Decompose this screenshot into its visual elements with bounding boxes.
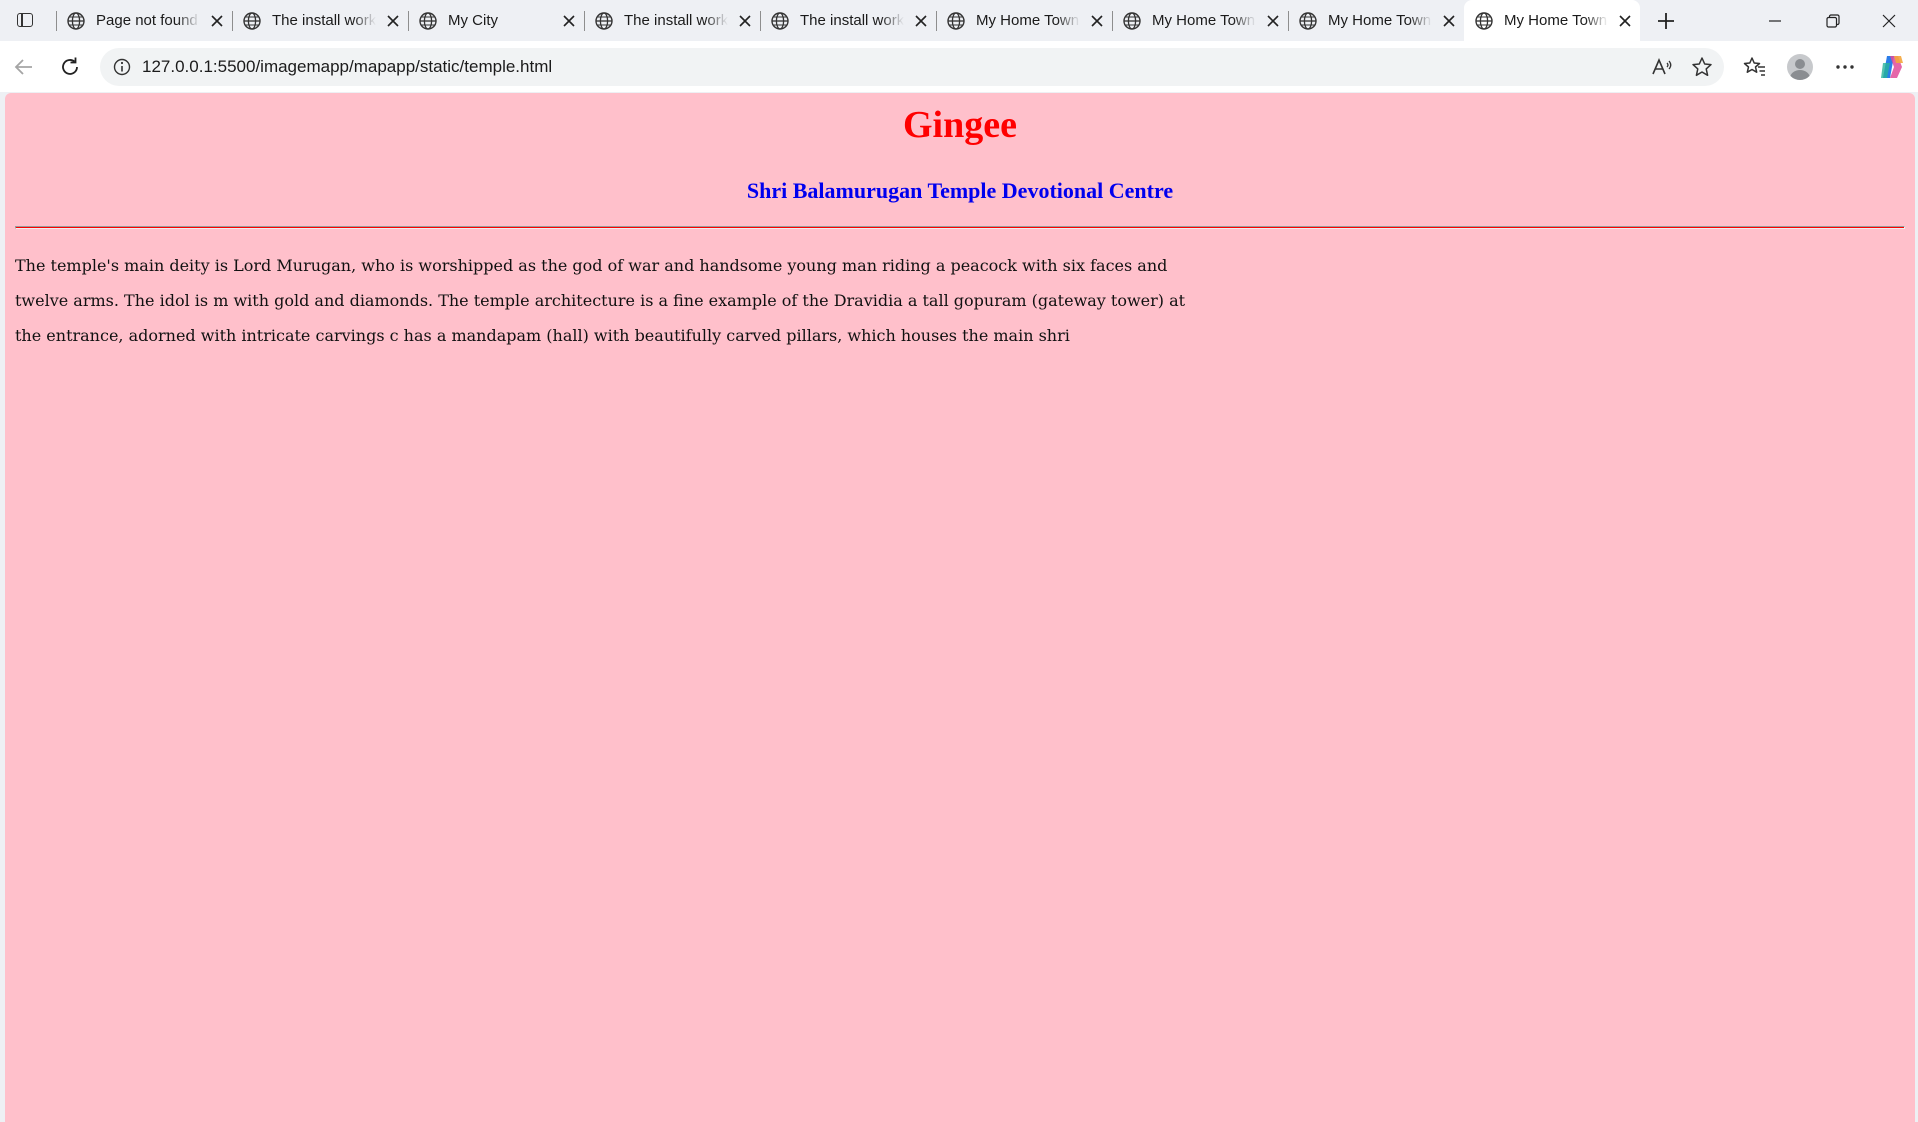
copilot-button[interactable] bbox=[1876, 51, 1908, 83]
tab-strip: Page not found The install worked My Cit… bbox=[0, 0, 1918, 41]
url-text[interactable]: 127.0.0.1:5500/imagemapp/mapapp/static/t… bbox=[142, 57, 552, 77]
globe-icon bbox=[1475, 11, 1493, 30]
page-title: Gingee bbox=[903, 104, 1017, 146]
page-subtitle: Shri Balamurugan Temple Devotional Centr… bbox=[746, 178, 1174, 203]
tab-title: My City bbox=[448, 12, 498, 29]
more-icon bbox=[1836, 65, 1854, 69]
copilot-icon bbox=[1881, 56, 1903, 78]
tab-title: The install worked bbox=[272, 12, 376, 29]
refresh-button[interactable] bbox=[54, 51, 86, 83]
paragraph-line: The temple's main deity is Lord Murugan,… bbox=[15, 256, 1168, 275]
tab-my-home-town[interactable]: My Home Town bbox=[936, 0, 1112, 41]
back-button[interactable] bbox=[8, 51, 40, 83]
close-icon[interactable] bbox=[736, 12, 754, 30]
profile-button[interactable] bbox=[1784, 51, 1816, 83]
tab-install-worked[interactable]: The install worked bbox=[232, 0, 408, 41]
tab-page-not-found[interactable]: Page not found bbox=[56, 0, 232, 41]
tab-title: My Home Town bbox=[976, 12, 1080, 29]
minimize-icon bbox=[1769, 19, 1781, 22]
close-icon[interactable] bbox=[1264, 12, 1282, 30]
tab-actions-icon[interactable] bbox=[10, 8, 40, 32]
globe-icon bbox=[1123, 11, 1141, 30]
refresh-icon bbox=[62, 57, 78, 75]
globe-icon bbox=[243, 11, 261, 30]
new-tab-button[interactable] bbox=[1652, 8, 1680, 34]
close-icon[interactable] bbox=[384, 12, 402, 30]
read-aloud-icon bbox=[1652, 57, 1672, 75]
globe-icon bbox=[1299, 11, 1317, 30]
avatar bbox=[1787, 54, 1813, 80]
tab-title: My Home Town bbox=[1152, 12, 1256, 29]
globe-icon bbox=[595, 11, 613, 30]
restore-button[interactable] bbox=[1804, 0, 1862, 41]
tab-title: My Home Town bbox=[1328, 12, 1432, 29]
globe-icon bbox=[67, 11, 85, 30]
favorites-button[interactable] bbox=[1739, 51, 1771, 83]
globe-icon bbox=[771, 11, 789, 30]
info-icon[interactable] bbox=[112, 57, 132, 77]
favorites-icon bbox=[1743, 57, 1765, 76]
close-icon[interactable] bbox=[912, 12, 930, 30]
favorite-button[interactable] bbox=[1688, 53, 1716, 81]
paragraph-line: twelve arms. The idol is m with gold and… bbox=[15, 291, 1186, 310]
close-icon[interactable] bbox=[208, 12, 226, 30]
more-options-button[interactable] bbox=[1829, 51, 1861, 83]
close-icon bbox=[1882, 14, 1896, 27]
tab-install-worked[interactable]: The install worked bbox=[760, 0, 936, 41]
tab-title: The install worked bbox=[800, 12, 904, 29]
tab-title: The install worked bbox=[624, 12, 728, 29]
page-viewport: Gingee Shri Balamurugan Temple Devotiona… bbox=[5, 93, 1915, 1122]
close-icon[interactable] bbox=[560, 12, 578, 30]
restore-icon bbox=[1826, 13, 1840, 28]
tab-install-worked[interactable]: The install worked bbox=[584, 0, 760, 41]
tab-title: Page not found bbox=[96, 12, 198, 29]
tab-my-home-town-active[interactable]: My Home Town bbox=[1464, 0, 1640, 41]
browser-toolbar: 127.0.0.1:5500/imagemapp/mapapp/static/t… bbox=[0, 41, 1918, 92]
globe-icon bbox=[947, 11, 965, 30]
tab-my-home-town[interactable]: My Home Town bbox=[1112, 0, 1288, 41]
tab-my-city[interactable]: My City bbox=[408, 0, 584, 41]
close-icon[interactable] bbox=[1616, 12, 1634, 30]
temple-description: The temple's main deity is Lord Murugan,… bbox=[15, 248, 1915, 353]
tab-title: My Home Town bbox=[1504, 12, 1608, 29]
close-icon[interactable] bbox=[1440, 12, 1458, 30]
paragraph-line: the entrance, adorned with intricate car… bbox=[15, 326, 1070, 345]
star-icon bbox=[1692, 57, 1712, 77]
plus-icon bbox=[1658, 13, 1674, 29]
tab-my-home-town[interactable]: My Home Town bbox=[1288, 0, 1464, 41]
address-bar[interactable]: 127.0.0.1:5500/imagemapp/mapapp/static/t… bbox=[100, 48, 1724, 86]
minimize-button[interactable] bbox=[1746, 0, 1804, 41]
back-arrow-icon bbox=[14, 59, 32, 75]
horizontal-rule bbox=[15, 226, 1905, 229]
globe-icon bbox=[419, 11, 437, 30]
read-aloud-button[interactable] bbox=[1648, 53, 1676, 81]
close-window-button[interactable] bbox=[1860, 0, 1918, 41]
close-icon[interactable] bbox=[1088, 12, 1106, 30]
tab-list: Page not found The install worked My Cit… bbox=[56, 0, 1640, 41]
